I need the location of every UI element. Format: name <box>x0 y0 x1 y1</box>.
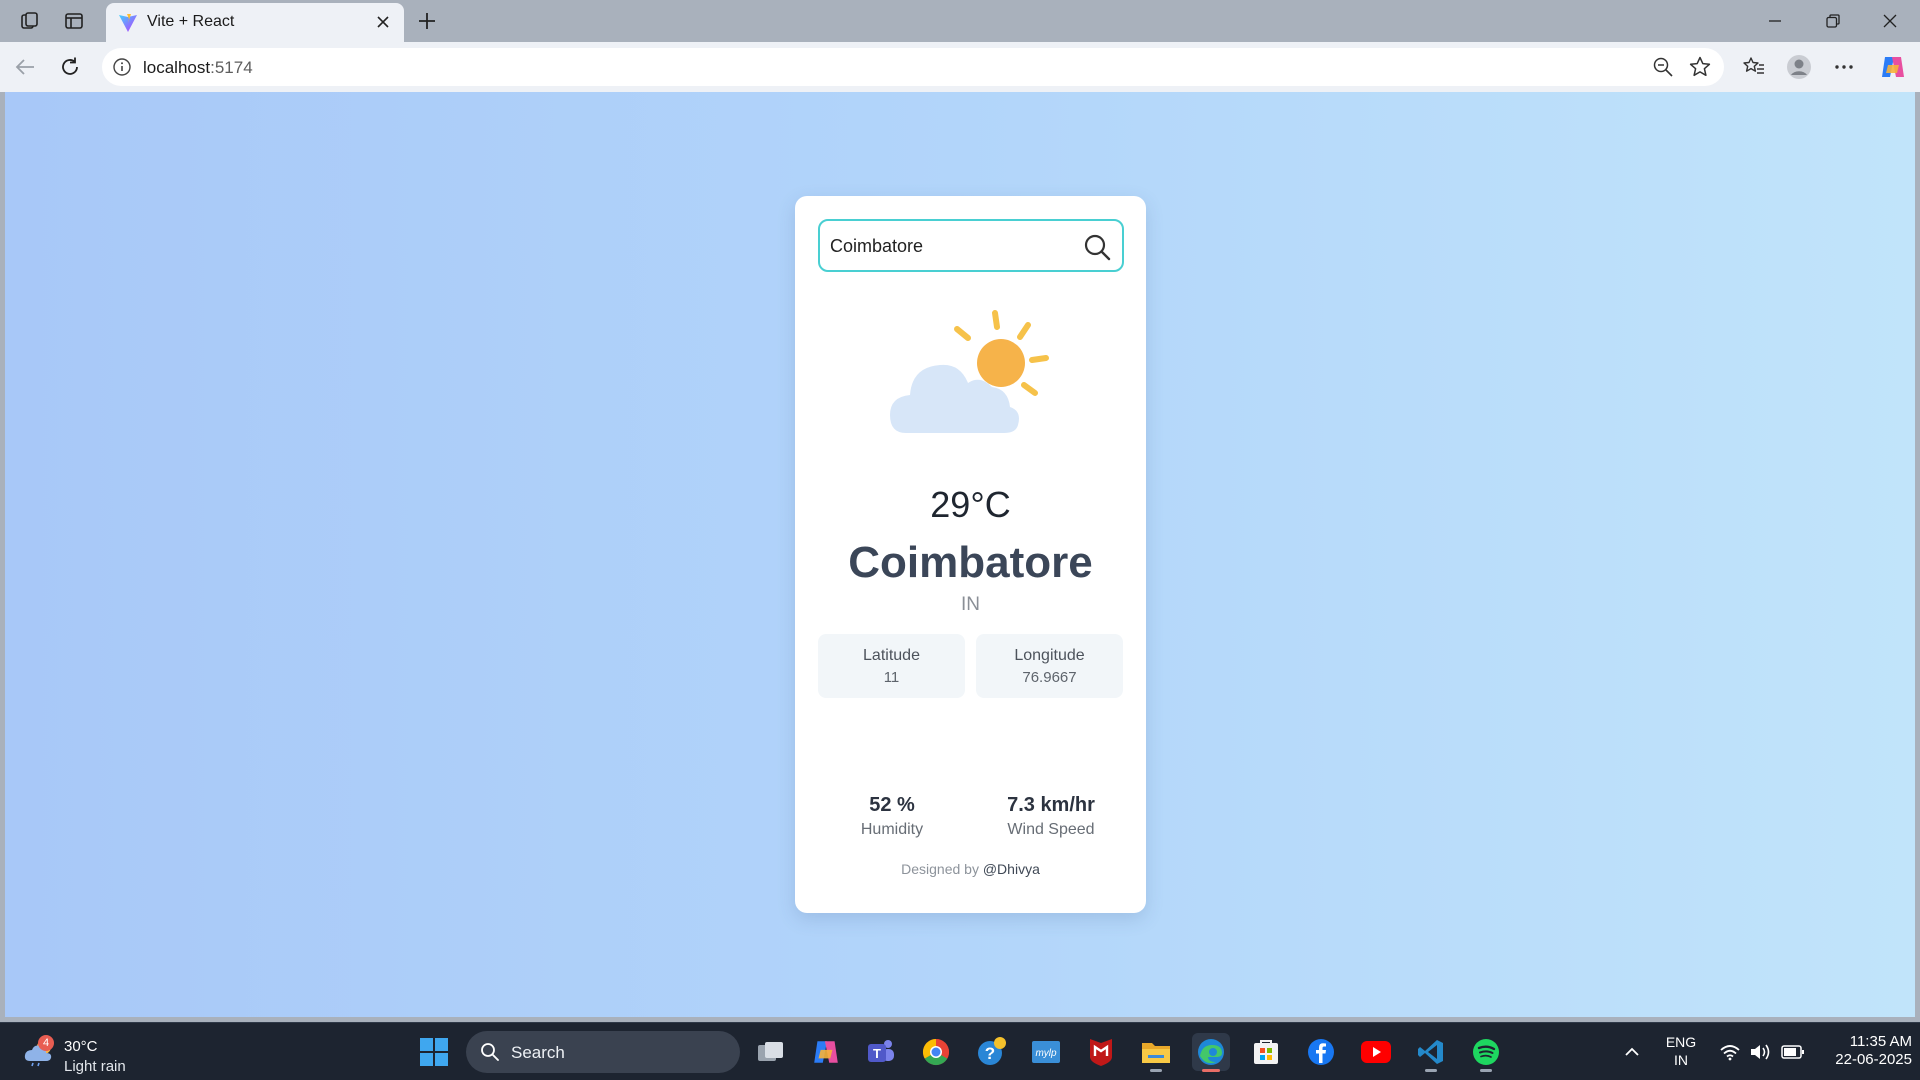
vite-logo-icon <box>119 14 137 32</box>
volume-icon <box>1751 1044 1770 1060</box>
humidity-label: Humidity <box>860 821 924 838</box>
active-indicator <box>1202 1069 1220 1072</box>
refresh-icon[interactable] <box>57 54 83 80</box>
wind-stat: 7.3 km/hr Wind Speed <box>971 794 1131 839</box>
vscode-icon[interactable] <box>1412 1033 1450 1072</box>
site-info-icon[interactable] <box>112 57 132 77</box>
taskbar-weather-condition: Light rain <box>64 1058 126 1075</box>
clock[interactable]: 11:35 AM 22-06-2025 <box>1814 1033 1912 1069</box>
temperature: 29°C <box>930 484 1011 525</box>
file-explorer-icon[interactable] <box>1137 1033 1175 1072</box>
search-icon <box>481 1043 499 1061</box>
browser-toolbar: localhost:5174 <box>0 42 1920 92</box>
more-options-icon[interactable] <box>1831 54 1857 80</box>
task-view-icon[interactable] <box>752 1033 790 1071</box>
running-indicator <box>1480 1069 1492 1072</box>
favorite-star-icon[interactable] <box>1688 55 1712 79</box>
close-tab-icon[interactable] <box>372 11 394 33</box>
svg-text:mylp: mylp <box>1035 1048 1057 1059</box>
footer-credit: Designed by @Dhivya <box>795 861 1146 877</box>
page-viewport: 29°C Coimbatore IN Latitude 11 Longitude… <box>5 92 1915 1017</box>
wind-speed-label: Wind Speed <box>1007 821 1095 838</box>
system-tray-status[interactable] <box>1712 1033 1812 1071</box>
humidity-stat: 52 % Humidity <box>812 794 972 839</box>
teams-icon[interactable]: T <box>862 1033 900 1071</box>
language-code: ENG <box>1665 1034 1697 1050</box>
input-language[interactable]: ENG IN <box>1658 1033 1704 1069</box>
youtube-icon[interactable] <box>1357 1033 1395 1071</box>
city-search-input[interactable] <box>830 233 1070 259</box>
weather-badge: 4 <box>38 1035 54 1051</box>
running-indicator <box>1425 1069 1437 1072</box>
taskbar-weather-widget[interactable]: 4 30°C Light rain <box>24 1031 164 1075</box>
humidity-value: 52 % <box>869 794 915 816</box>
latitude-value: 11 <box>883 669 900 686</box>
show-hidden-icons-chevron-up-icon[interactable] <box>1614 1033 1650 1071</box>
help-icon[interactable]: ? <box>972 1033 1010 1071</box>
svg-text:?: ? <box>985 1044 995 1063</box>
taskbar-weather-temp: 30°C <box>64 1038 98 1055</box>
taskbar-search[interactable]: Search <box>466 1031 740 1073</box>
mylp-icon[interactable]: mylp <box>1027 1033 1065 1071</box>
credit-prefix: Designed by <box>901 861 979 877</box>
address-bar[interactable]: localhost:5174 <box>102 48 1724 86</box>
partly-cloudy-icon <box>890 310 1049 433</box>
spotify-icon[interactable] <box>1467 1033 1505 1072</box>
profile-avatar-icon[interactable] <box>1786 54 1812 80</box>
city-name: Coimbatore <box>848 538 1093 587</box>
vertical-tabs-icon[interactable] <box>62 9 86 33</box>
wifi-icon <box>1720 1045 1740 1061</box>
favorites-icon[interactable] <box>1741 54 1767 80</box>
zoom-out-icon[interactable] <box>1652 56 1674 78</box>
workspaces-icon[interactable] <box>18 9 42 33</box>
url-host: localhost <box>143 58 211 77</box>
close-window-icon[interactable] <box>1877 8 1903 34</box>
microsoft-store-icon[interactable] <box>1247 1033 1285 1071</box>
weather-card: 29°C Coimbatore IN Latitude 11 Longitude… <box>795 196 1146 913</box>
tab-title: Vite + React <box>147 13 235 30</box>
windows-taskbar: 4 30°C Light rain Search T ? mylp ENG IN… <box>0 1022 1920 1080</box>
mcafee-icon[interactable] <box>1082 1033 1120 1071</box>
tab-strip: Vite + React <box>0 0 1920 42</box>
region-code: IN <box>1674 1052 1688 1068</box>
chrome-icon[interactable] <box>917 1033 955 1071</box>
longitude-box: Longitude 76.9667 <box>976 634 1123 698</box>
url-port: :5174 <box>210 58 253 77</box>
svg-text:T: T <box>873 1046 881 1061</box>
taskbar-search-label: Search <box>511 1043 565 1062</box>
facebook-icon[interactable] <box>1302 1033 1340 1071</box>
latitude-label: Latitude <box>863 647 920 664</box>
longitude-label: Longitude <box>1014 647 1085 664</box>
search-box <box>818 219 1124 272</box>
back-icon[interactable] <box>12 54 38 80</box>
copilot-app-icon[interactable] <box>807 1033 845 1071</box>
latitude-box: Latitude 11 <box>818 634 965 698</box>
clock-time: 11:35 AM <box>1849 1033 1912 1050</box>
copilot-icon[interactable] <box>1879 53 1907 81</box>
battery-icon <box>1781 1045 1804 1059</box>
search-icon[interactable] <box>1082 232 1112 262</box>
longitude-value: 76.9667 <box>1022 669 1077 686</box>
new-tab-icon[interactable] <box>414 8 440 34</box>
start-button[interactable] <box>415 1033 453 1071</box>
credit-author: @Dhivya <box>982 861 1040 877</box>
clock-date: 22-06-2025 <box>1835 1051 1912 1068</box>
edge-icon[interactable] <box>1192 1033 1230 1072</box>
country-code: IN <box>961 594 980 615</box>
tab-active[interactable]: Vite + React <box>106 3 404 42</box>
wind-speed-value: 7.3 km/hr <box>1007 794 1095 816</box>
restore-icon[interactable] <box>1820 8 1846 34</box>
url-text[interactable]: localhost:5174 <box>143 58 253 78</box>
running-indicator <box>1150 1069 1162 1072</box>
minimize-icon[interactable] <box>1762 8 1788 34</box>
